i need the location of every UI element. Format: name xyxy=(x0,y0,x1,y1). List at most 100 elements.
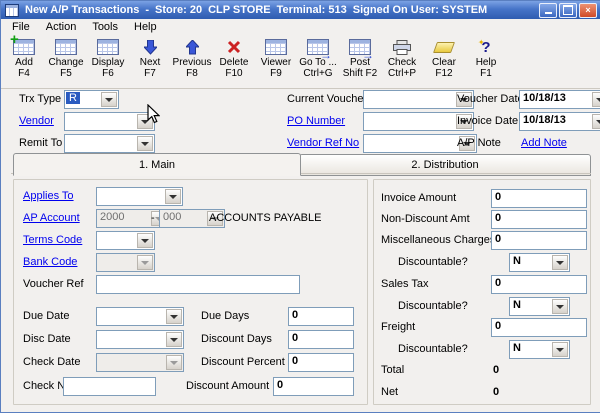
maximize-button[interactable] xyxy=(559,3,577,18)
net-value: 0 xyxy=(493,386,499,399)
viewer-button[interactable]: Viewer F9 xyxy=(255,38,297,79)
chevron-down-icon[interactable] xyxy=(166,309,182,324)
freight-input[interactable]: 0 xyxy=(491,318,587,337)
window-title-terminal: Terminal: 513 xyxy=(277,4,347,16)
app-icon xyxy=(5,4,19,17)
chevron-down-icon[interactable] xyxy=(137,136,153,151)
menu-action[interactable]: Action xyxy=(39,20,84,34)
trx-type-select[interactable]: R xyxy=(64,90,119,109)
discount-days-input[interactable]: 0 xyxy=(288,330,354,349)
net-label: Net xyxy=(381,386,398,399)
non-discount-amt-input[interactable]: 0 xyxy=(491,210,587,229)
applies-to-link[interactable]: Applies To xyxy=(23,190,74,203)
trx-type-label: Trx Type xyxy=(19,93,61,106)
discountable-freight-select[interactable]: N xyxy=(509,340,570,359)
discount-percent-label: Discount Percent xyxy=(201,356,285,369)
next-button[interactable]: Next F7 xyxy=(129,38,171,79)
post-button[interactable]: → Post Shift F2 xyxy=(339,38,381,79)
table-arrow-icon: → xyxy=(349,38,371,56)
help-button[interactable]: ?✦ Help F1 xyxy=(465,38,507,79)
discountable-misc-select[interactable]: N xyxy=(509,253,570,272)
check-button[interactable]: Check Ctrl+P xyxy=(381,38,423,79)
applies-to-select[interactable] xyxy=(96,187,183,206)
delete-button[interactable]: Delete F10 xyxy=(213,38,255,79)
goto-button[interactable]: → Go To ... Ctrl+G xyxy=(297,38,339,79)
misc-charges-input[interactable]: 0 xyxy=(491,231,587,250)
current-voucher-label: Current Voucher xyxy=(287,93,367,106)
disc-date-select[interactable] xyxy=(96,330,184,349)
ap-account-description: ACCOUNTS PAYABLE xyxy=(209,212,321,225)
ap-note-label: A/P Note xyxy=(457,137,501,150)
chevron-down-icon[interactable] xyxy=(552,342,568,357)
printer-icon xyxy=(393,38,411,56)
chevron-down-icon[interactable] xyxy=(552,299,568,314)
table-icon xyxy=(265,38,287,56)
bank-code-select[interactable] xyxy=(96,253,155,272)
add-button[interactable]: + Add F4 xyxy=(3,38,45,79)
voucher-date-label: Voucher Date xyxy=(457,93,524,106)
check-date-select[interactable] xyxy=(96,353,184,372)
vendor-select[interactable] xyxy=(64,112,155,131)
invoice-amount-input[interactable]: 0 xyxy=(491,189,587,208)
terms-code-select[interactable] xyxy=(96,231,155,250)
due-days-input[interactable]: 0 xyxy=(288,307,354,326)
app-window: New A/P Transactions - Store: 20 CLP STO… xyxy=(0,0,600,413)
misc-charges-label: Miscellaneous Charges xyxy=(381,234,495,247)
eraser-icon xyxy=(435,38,453,56)
sales-tax-input[interactable]: 0 xyxy=(491,275,587,294)
arrow-up-icon xyxy=(186,38,199,56)
tab-main[interactable]: 1. Main xyxy=(13,153,301,176)
mouse-cursor xyxy=(147,104,160,124)
chevron-down-icon[interactable] xyxy=(101,92,117,107)
po-number-link[interactable]: PO Number xyxy=(287,115,345,128)
chevron-down-icon[interactable] xyxy=(137,255,153,270)
add-note-link[interactable]: Add Note xyxy=(521,137,567,150)
bank-code-link[interactable]: Bank Code xyxy=(23,256,77,269)
delete-x-icon xyxy=(227,38,241,56)
discount-percent-input[interactable]: 0 xyxy=(288,353,354,372)
due-date-select[interactable] xyxy=(96,307,184,326)
titlebar: New A/P Transactions - Store: 20 CLP STO… xyxy=(1,1,600,19)
check-date-label: Check Date xyxy=(23,356,80,369)
invoice-date-select[interactable]: 10/18/13 xyxy=(519,112,600,131)
display-button[interactable]: Display F6 xyxy=(87,38,129,79)
voucher-ref-input[interactable] xyxy=(96,275,300,294)
window-title-separator: - xyxy=(145,4,149,16)
chevron-down-icon[interactable] xyxy=(137,233,153,248)
previous-button[interactable]: Previous F8 xyxy=(171,38,213,79)
chevron-down-icon[interactable] xyxy=(166,355,182,370)
clear-button[interactable]: Clear F12 xyxy=(423,38,465,79)
menu-tools[interactable]: Tools xyxy=(85,20,125,34)
toolbar: + Add F4 Change F5 Display F6 Next F7 Pr… xyxy=(1,35,600,89)
window-title-app: New A/P Transactions xyxy=(25,4,139,16)
minimize-button[interactable] xyxy=(539,3,557,18)
remit-to-select[interactable] xyxy=(64,134,155,153)
menu-help[interactable]: Help xyxy=(127,20,164,34)
window-title-store-name: CLP STORE xyxy=(208,4,271,16)
sales-tax-label: Sales Tax xyxy=(381,278,429,291)
chevron-down-icon[interactable] xyxy=(165,189,181,204)
chevron-down-icon[interactable] xyxy=(552,255,568,270)
due-date-label: Due Date xyxy=(23,310,69,323)
discountable-tax-select[interactable]: N xyxy=(509,297,570,316)
vendor-link[interactable]: Vendor xyxy=(19,115,54,128)
discount-amount-input[interactable]: 0 xyxy=(273,377,354,396)
terms-code-link[interactable]: Terms Code xyxy=(23,234,82,247)
add-icon: + xyxy=(13,38,35,56)
window-title-store: Store: 20 xyxy=(155,4,202,16)
voucher-date-select[interactable]: 10/18/13 xyxy=(519,90,600,109)
check-no-input[interactable] xyxy=(63,377,156,396)
discountable-misc-label: Discountable? xyxy=(398,256,468,269)
change-button[interactable]: Change F5 xyxy=(45,38,87,79)
chevron-down-icon[interactable] xyxy=(592,114,600,129)
ap-account-link[interactable]: AP Account xyxy=(23,212,80,225)
close-button[interactable]: × xyxy=(579,3,597,18)
table-icon xyxy=(97,38,119,56)
chevron-down-icon[interactable] xyxy=(592,92,600,107)
chevron-down-icon[interactable] xyxy=(166,332,182,347)
vendor-ref-no-link[interactable]: Vendor Ref No xyxy=(287,137,359,150)
discount-days-label: Discount Days xyxy=(201,333,272,346)
window-title-user: Signed On User: SYSTEM xyxy=(353,4,487,16)
help-icon: ?✦ xyxy=(481,38,490,56)
table-icon xyxy=(55,38,77,56)
